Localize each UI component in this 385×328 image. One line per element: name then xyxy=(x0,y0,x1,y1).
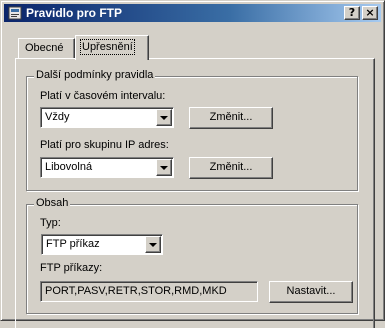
ftp-commands-field: PORT,PASV,RETR,STOR,RMD,MKD xyxy=(40,281,258,302)
tab-advanced[interactable]: Upřesnění xyxy=(75,35,149,60)
title-bar[interactable]: Pravidlo pro FTP ? × xyxy=(4,4,381,22)
dropdown-arrow-icon[interactable] xyxy=(156,109,172,126)
type-dropdown[interactable]: FTP příkaz xyxy=(41,234,163,255)
ftp-commands-value: PORT,PASV,RETR,STOR,RMD,MKD xyxy=(45,285,227,297)
change-ip-button[interactable]: Změnit... xyxy=(189,157,273,179)
time-interval-value: Vždy xyxy=(45,111,70,123)
dropdown-arrow-icon[interactable] xyxy=(156,159,172,176)
tab-general[interactable]: Obecné xyxy=(18,38,75,58)
conditions-group-title: Další podmínky pravidla xyxy=(34,69,156,81)
tab-panel: Další podmínky pravidla Platí v časovém … xyxy=(15,58,375,328)
ftp-commands-label: FTP příkazy: xyxy=(40,262,103,274)
ip-group-label: Platí pro skupinu IP adres: xyxy=(40,139,169,151)
time-interval-label: Platí v časovém intervalu: xyxy=(40,90,166,102)
set-commands-button[interactable]: Nastavit... xyxy=(269,281,353,303)
tab-general-label: Obecné xyxy=(25,42,64,54)
tab-advanced-label: Upřesnění xyxy=(80,39,135,55)
time-interval-dropdown[interactable]: Vždy xyxy=(40,107,174,128)
close-button[interactable]: × xyxy=(362,6,378,20)
content-group-title: Obsah xyxy=(34,197,71,209)
rule-app-icon xyxy=(8,6,22,20)
conditions-group: Další podmínky pravidla Platí v časovém … xyxy=(26,69,358,191)
window-title: Pravidlo pro FTP xyxy=(26,6,123,20)
ip-group-value: Libovolná xyxy=(45,161,93,173)
dropdown-arrow-icon[interactable] xyxy=(145,236,161,253)
help-button[interactable]: ? xyxy=(344,6,360,20)
content-group: Obsah Typ: FTP příkaz FTP příkazy: PORT,… xyxy=(26,197,358,314)
type-value: FTP příkaz xyxy=(46,238,100,250)
change-time-button[interactable]: Změnit... xyxy=(189,107,273,129)
ip-group-dropdown[interactable]: Libovolná xyxy=(40,157,174,178)
dialog-window: Pravidlo pro FTP ? × Další podmínky prav… xyxy=(0,0,385,328)
type-label: Typ: xyxy=(40,217,61,229)
